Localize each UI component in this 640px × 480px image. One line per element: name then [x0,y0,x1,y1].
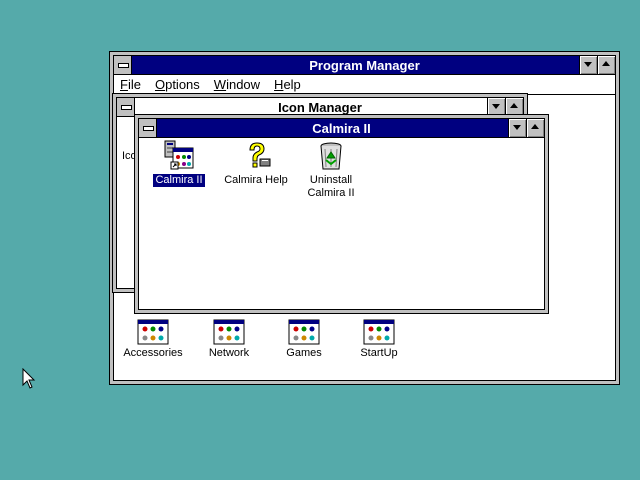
group-icon-label: Network [208,347,250,359]
icon-manager-title: Icon Manager [278,99,362,115]
calmira-window[interactable]: Calmira II Calmira II Calmira Help Unins… [134,114,549,314]
calmira-app-icon [164,140,194,170]
calmira-maximize-button[interactable] [526,119,544,137]
calmira-titlebar[interactable]: Calmira II [139,119,544,138]
help-question-icon [249,142,271,168]
program-group-icon [363,319,395,345]
group-icon-games[interactable]: Games [269,319,339,360]
program-manager-maximize-button[interactable] [597,56,615,74]
uninstall-calmira-item[interactable]: Uninstall Calmira II [296,140,366,200]
program-manager-title: Program Manager [309,57,420,73]
recycle-bin-icon [320,142,342,170]
mouse-pointer-icon [22,368,36,389]
calmira-system-menu-button[interactable] [139,119,157,137]
group-icon-label: StartUp [360,347,398,359]
calmira-app-item[interactable]: Calmira II [149,140,209,187]
group-icon-startup[interactable]: StartUp [344,319,414,360]
icon-manager-system-menu-button[interactable] [117,98,135,116]
calmira-minimize-button[interactable] [508,119,526,137]
program-manager-titlebar[interactable]: Program Manager [114,56,615,75]
uninstall-calmira-label-line1: Uninstall [309,174,353,186]
program-manager-minimize-button[interactable] [579,56,597,74]
group-icon-label: Games [286,347,322,359]
calmira-help-item[interactable]: Calmira Help [221,140,291,187]
program-group-icon [288,319,320,345]
program-group-icon [137,319,169,345]
program-manager-menubar: File Options Window Help [114,75,615,95]
menu-help[interactable]: Help [267,77,308,92]
program-manager-system-menu-button[interactable] [114,56,132,74]
group-icon-label: Accessories [123,347,183,359]
calmira-app-label: Calmira II [153,174,205,187]
uninstall-calmira-label-line2: Calmira II [307,187,355,199]
calmira-title: Calmira II [312,120,371,136]
menu-options[interactable]: Options [148,77,207,92]
group-icon-network[interactable]: Network [194,319,264,360]
program-group-icon [213,319,245,345]
menu-file[interactable]: File [114,77,148,92]
calmira-help-label: Calmira Help [224,174,288,186]
group-icon-accessories[interactable]: Accessories [118,319,188,360]
menu-window[interactable]: Window [207,77,267,92]
